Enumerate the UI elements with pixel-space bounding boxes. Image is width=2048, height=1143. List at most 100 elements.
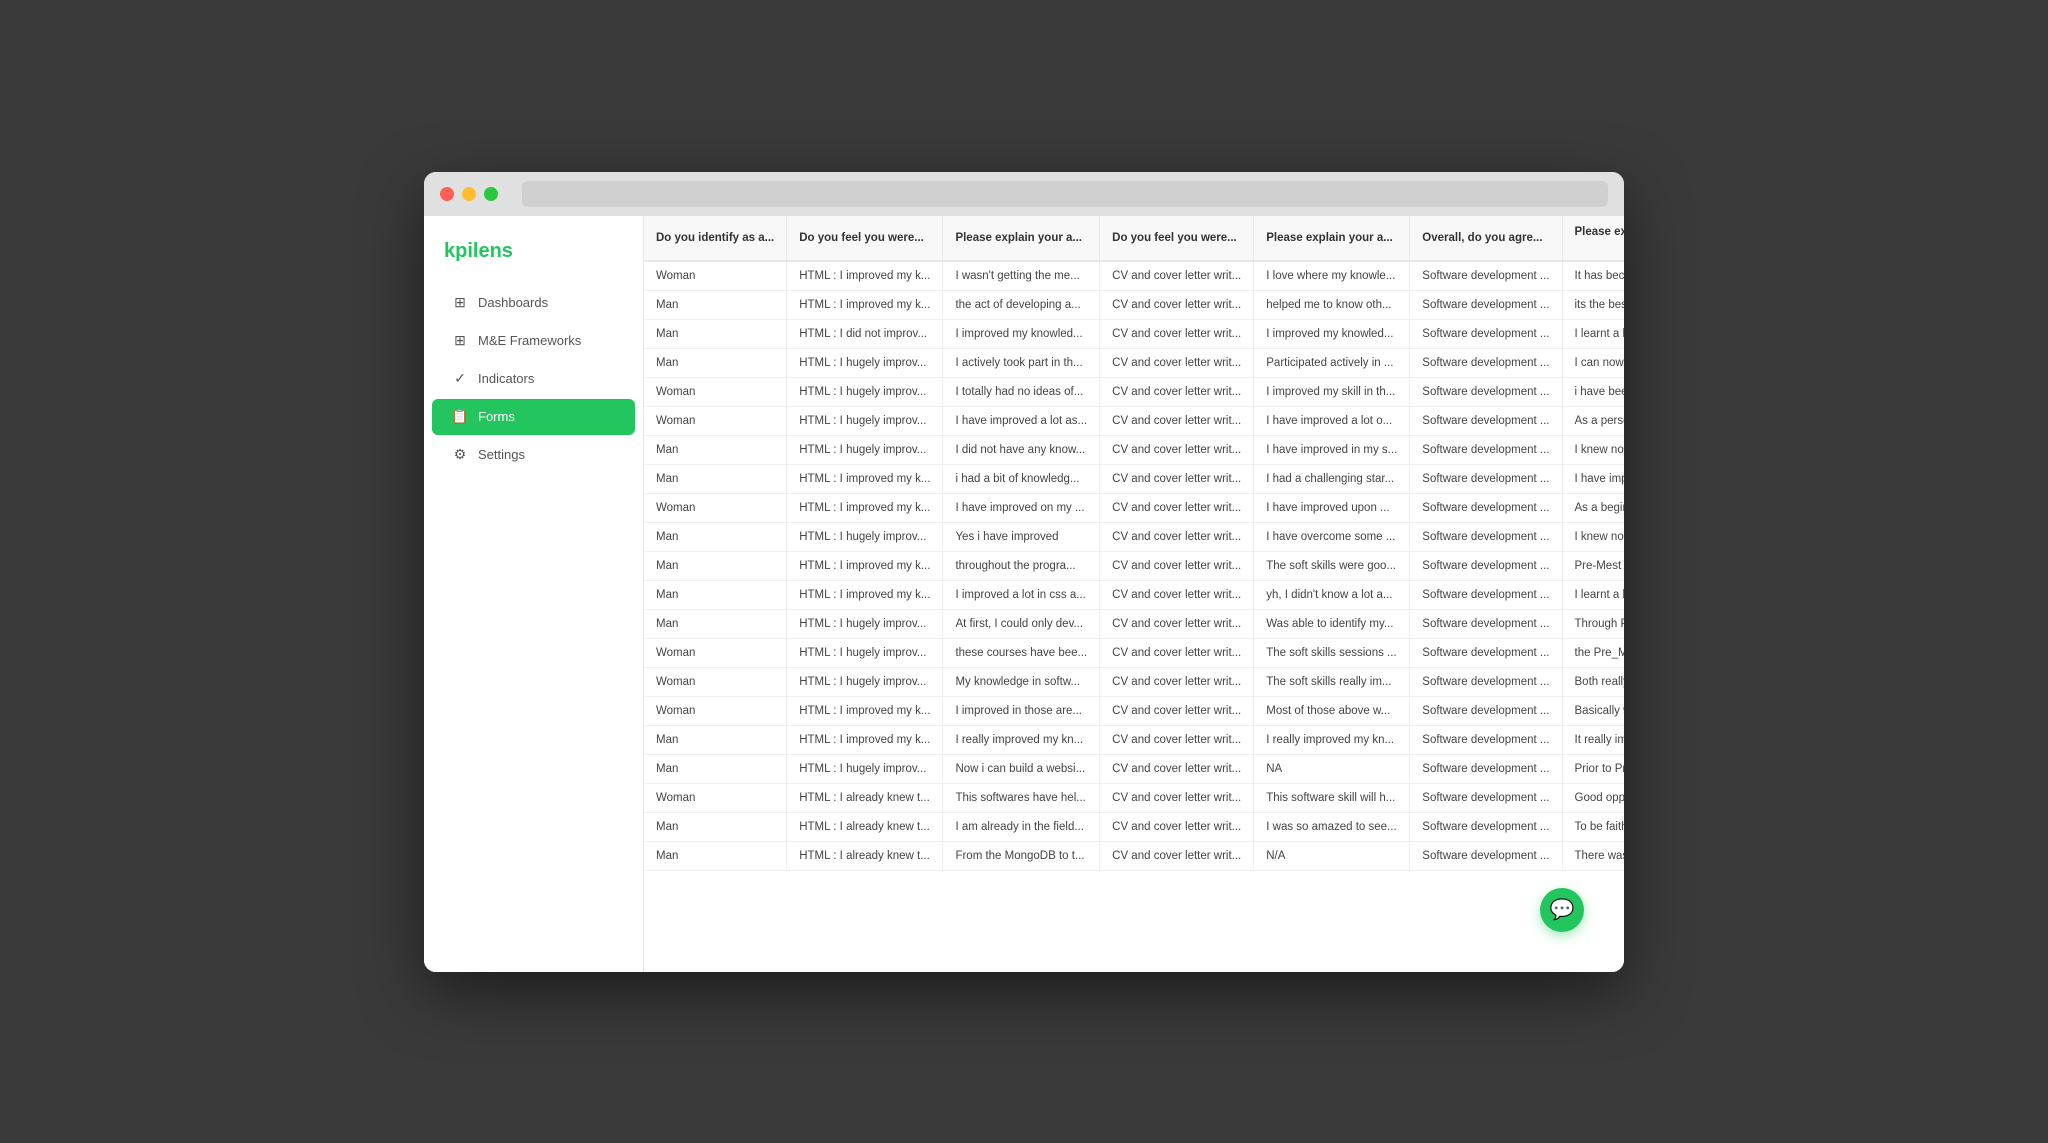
- cell-1-1: HTML : I improved my k...: [787, 290, 943, 319]
- cell-7-0: Man: [644, 464, 787, 493]
- sidebar-item-me-frameworks[interactable]: ⊞ M&E Frameworks: [432, 323, 635, 359]
- cell-12-3: CV and cover letter writ...: [1100, 609, 1254, 638]
- cell-1-4: helped me to know oth...: [1254, 290, 1410, 319]
- cell-12-6: Through Pre-Mest I go ...: [1562, 609, 1624, 638]
- cell-16-4: I really improved my kn...: [1254, 725, 1410, 754]
- close-button[interactable]: [440, 187, 454, 201]
- cell-14-5: Software development ...: [1410, 667, 1562, 696]
- cell-12-5: Software development ...: [1410, 609, 1562, 638]
- cell-20-3: CV and cover letter writ...: [1100, 841, 1254, 870]
- table-row: ManHTML : I hugely improv...At first, I …: [644, 609, 1624, 638]
- maximize-button[interactable]: [484, 187, 498, 201]
- cell-19-6: To be faithful, this has ...: [1562, 812, 1624, 841]
- cell-1-2: the act of developing a...: [943, 290, 1100, 319]
- sidebar-item-label: M&E Frameworks: [478, 333, 581, 348]
- col-header-1[interactable]: Do you feel you were...: [787, 216, 943, 261]
- chat-icon: 💬: [1550, 897, 1575, 922]
- cell-16-1: HTML : I improved my k...: [787, 725, 943, 754]
- cell-2-2: I improved my knowled...: [943, 319, 1100, 348]
- cell-4-5: Software development ...: [1410, 377, 1562, 406]
- cell-3-3: CV and cover letter writ...: [1100, 348, 1254, 377]
- col-header-5[interactable]: Overall, do you agre...: [1410, 216, 1562, 261]
- cell-12-1: HTML : I hugely improv...: [787, 609, 943, 638]
- cell-12-4: Was able to identify my...: [1254, 609, 1410, 638]
- cell-6-1: HTML : I hugely improv...: [787, 435, 943, 464]
- sidebar-item-forms[interactable]: 📋 Forms: [432, 399, 635, 435]
- cell-1-0: Man: [644, 290, 787, 319]
- cell-16-5: Software development ...: [1410, 725, 1562, 754]
- col-header-3[interactable]: Do you feel you were...: [1100, 216, 1254, 261]
- cell-13-5: Software development ...: [1410, 638, 1562, 667]
- sidebar-item-indicators[interactable]: ✓ Indicators: [432, 361, 635, 397]
- cell-6-4: I have improved in my s...: [1254, 435, 1410, 464]
- cell-18-6: Good opportunity: [1562, 783, 1624, 812]
- checklist-icon: ✓: [452, 371, 468, 387]
- cell-12-2: At first, I could only dev...: [943, 609, 1100, 638]
- cell-0-2: I wasn't getting the me...: [943, 261, 1100, 291]
- cell-14-4: The soft skills really im...: [1254, 667, 1410, 696]
- cell-9-0: Man: [644, 522, 787, 551]
- cell-9-3: CV and cover letter writ...: [1100, 522, 1254, 551]
- table-row: ManHTML : I improved my k...i had a bit …: [644, 464, 1624, 493]
- cell-3-2: I actively took part in th...: [943, 348, 1100, 377]
- cell-8-2: I have improved on my ...: [943, 493, 1100, 522]
- cell-20-0: Man: [644, 841, 787, 870]
- cell-2-0: Man: [644, 319, 787, 348]
- cell-20-5: Software development ...: [1410, 841, 1562, 870]
- cell-11-1: HTML : I improved my k...: [787, 580, 943, 609]
- cell-3-5: Software development ...: [1410, 348, 1562, 377]
- table-row: ManHTML : I improved my k...throughout t…: [644, 551, 1624, 580]
- table-row: WomanHTML : I hugely improv...I totally …: [644, 377, 1624, 406]
- cell-11-2: I improved a lot in css a...: [943, 580, 1100, 609]
- grid-icon: ⊞: [452, 295, 468, 311]
- cell-8-0: Woman: [644, 493, 787, 522]
- sidebar-item-settings[interactable]: ⚙ Settings: [432, 437, 635, 473]
- url-bar[interactable]: [522, 181, 1608, 207]
- cell-4-4: I improved my skill in th...: [1254, 377, 1410, 406]
- cell-9-5: Software development ...: [1410, 522, 1562, 551]
- cell-18-4: This software skill will h...: [1254, 783, 1410, 812]
- cell-15-3: CV and cover letter writ...: [1100, 696, 1254, 725]
- cell-16-2: I really improved my kn...: [943, 725, 1100, 754]
- cell-10-3: CV and cover letter writ...: [1100, 551, 1254, 580]
- cell-14-3: CV and cover letter writ...: [1100, 667, 1254, 696]
- sidebar-item-label: Forms: [478, 409, 515, 424]
- cell-9-2: Yes i have improved: [943, 522, 1100, 551]
- cell-16-3: CV and cover letter writ...: [1100, 725, 1254, 754]
- table-row: ManHTML : I hugely improv...Now i can bu…: [644, 754, 1624, 783]
- cell-8-4: I have improved upon ...: [1254, 493, 1410, 522]
- cell-0-3: CV and cover letter writ...: [1100, 261, 1254, 291]
- cell-14-6: Both really helped me t...: [1562, 667, 1624, 696]
- cell-18-1: HTML : I already knew t...: [787, 783, 943, 812]
- col-header-0[interactable]: Do you identify as a...: [644, 216, 787, 261]
- chat-button[interactable]: 💬: [1540, 888, 1584, 932]
- table-container[interactable]: Do you identify as a... Do you feel you …: [644, 216, 1624, 972]
- cell-17-4: NA: [1254, 754, 1410, 783]
- minimize-button[interactable]: [462, 187, 476, 201]
- table-row: WomanHTML : I hugely improv...these cour…: [644, 638, 1624, 667]
- cell-4-6: i have been adequately ...: [1562, 377, 1624, 406]
- cell-6-6: I knew nothing about a...: [1562, 435, 1624, 464]
- col-header-4[interactable]: Please explain your a...: [1254, 216, 1410, 261]
- cell-18-5: Software development ...: [1410, 783, 1562, 812]
- col-header-2[interactable]: Please explain your a...: [943, 216, 1100, 261]
- cell-5-6: As a person with zero k...: [1562, 406, 1624, 435]
- cell-17-2: Now i can build a websi...: [943, 754, 1100, 783]
- cell-17-3: CV and cover letter writ...: [1100, 754, 1254, 783]
- table-row: ManHTML : I hugely improv...Yes i have i…: [644, 522, 1624, 551]
- cell-10-0: Man: [644, 551, 787, 580]
- cell-17-0: Man: [644, 754, 787, 783]
- table-row: ManHTML : I hugely improv...I did not ha…: [644, 435, 1624, 464]
- col-header-6[interactable]: Please explain your a... ▼: [1562, 216, 1624, 261]
- cell-4-1: HTML : I hugely improv...: [787, 377, 943, 406]
- cell-12-0: Man: [644, 609, 787, 638]
- table-row: WomanHTML : I already knew t...This soft…: [644, 783, 1624, 812]
- cell-7-4: I had a challenging star...: [1254, 464, 1410, 493]
- cell-5-5: Software development ...: [1410, 406, 1562, 435]
- cell-0-4: I love where my knowle...: [1254, 261, 1410, 291]
- sidebar-item-dashboards[interactable]: ⊞ Dashboards: [432, 285, 635, 321]
- cell-20-6: There was no way I cou...: [1562, 841, 1624, 870]
- table-row: WomanHTML : I improved my k...I have imp…: [644, 493, 1624, 522]
- cell-10-5: Software development ...: [1410, 551, 1562, 580]
- sidebar-item-label: Dashboards: [478, 295, 548, 310]
